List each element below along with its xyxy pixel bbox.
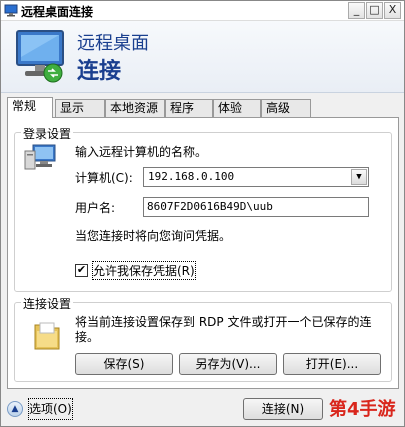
instruction-text: 输入远程计算机的名称。 <box>75 145 208 159</box>
header-banner: 远程桌面 连接 <box>1 21 404 93</box>
close-button[interactable]: X <box>384 2 401 19</box>
connection-description-line1: 将当前连接设置保存到 RDP 文件或打开一个已保存的连 <box>75 315 372 329</box>
login-settings-legend: 登录设置 <box>21 125 74 142</box>
connect-button[interactable]: 连接(N) <box>243 398 323 420</box>
computer-icon <box>23 143 57 173</box>
login-settings-group: 登录设置 输入远程计算机的名称。 计算机(C): 192.168.0.100 ▼… <box>14 125 392 292</box>
save-credentials-label[interactable]: 允许我保存凭据(R) <box>92 261 196 280</box>
folder-icon <box>33 319 61 351</box>
credential-prompt-text: 当您连接时将向您询问凭据。 <box>75 229 232 243</box>
tab-local-resources[interactable]: 本地资源 <box>105 99 165 117</box>
tab-general[interactable]: 常规 <box>7 97 53 118</box>
chevron-down-icon[interactable]: ▼ <box>351 169 367 185</box>
remote-desktop-app-icon <box>4 4 18 17</box>
connection-settings-legend: 连接设置 <box>21 295 74 312</box>
header-subtitle: 连接 <box>77 59 122 84</box>
general-tab-panel: 登录设置 输入远程计算机的名称。 计算机(C): 192.168.0.100 ▼… <box>7 117 399 389</box>
connection-description-line2: 接。 <box>75 330 100 344</box>
options-toggle[interactable]: ▲ 选项(O) <box>7 398 77 420</box>
tab-strip: 常规 显示 本地资源 程序 体验 高级 <box>7 97 399 118</box>
remote-desktop-monitor-icon <box>13 27 69 87</box>
computer-label: 计算机(C): <box>75 171 133 185</box>
computer-combobox[interactable]: 192.168.0.100 ▼ <box>143 167 369 187</box>
connection-settings-group: 连接设置 将当前连接设置保存到 RDP 文件或打开一个已保存的连 接。 保存(S… <box>14 295 392 382</box>
window-title: 远程桌面连接 <box>21 5 94 19</box>
save-credentials-checkbox[interactable]: ✔ <box>75 264 88 277</box>
tab-experience[interactable]: 体验 <box>213 99 261 117</box>
computer-value: 192.168.0.100 <box>148 170 235 183</box>
tab-programs[interactable]: 程序 <box>165 99 213 117</box>
open-button[interactable]: 打开(E)... <box>283 353 381 375</box>
chevron-up-icon[interactable]: ▲ <box>7 401 23 417</box>
title-bar[interactable]: 远程桌面连接 _ □ X <box>1 1 404 21</box>
tab-advanced[interactable]: 高级 <box>261 99 311 117</box>
maximize-button[interactable]: □ <box>366 2 383 19</box>
watermark-logo: 第4手游 <box>329 399 396 420</box>
options-label[interactable]: 选项(O) <box>28 398 73 420</box>
tab-display[interactable]: 显示 <box>55 99 105 117</box>
save-button[interactable]: 保存(S) <box>75 353 173 375</box>
remote-desktop-window: 远程桌面连接 _ □ X 远程桌面 连接 常规 显示 本地资源 程序 体验 高级 <box>0 0 405 427</box>
username-field[interactable]: 8607F2D0616B49D\uub <box>143 197 369 217</box>
username-label: 用户名: <box>75 201 116 215</box>
minimize-button[interactable]: _ <box>348 2 365 19</box>
save-as-button[interactable]: 另存为(V)... <box>179 353 277 375</box>
header-title: 远程桌面 <box>77 33 149 54</box>
